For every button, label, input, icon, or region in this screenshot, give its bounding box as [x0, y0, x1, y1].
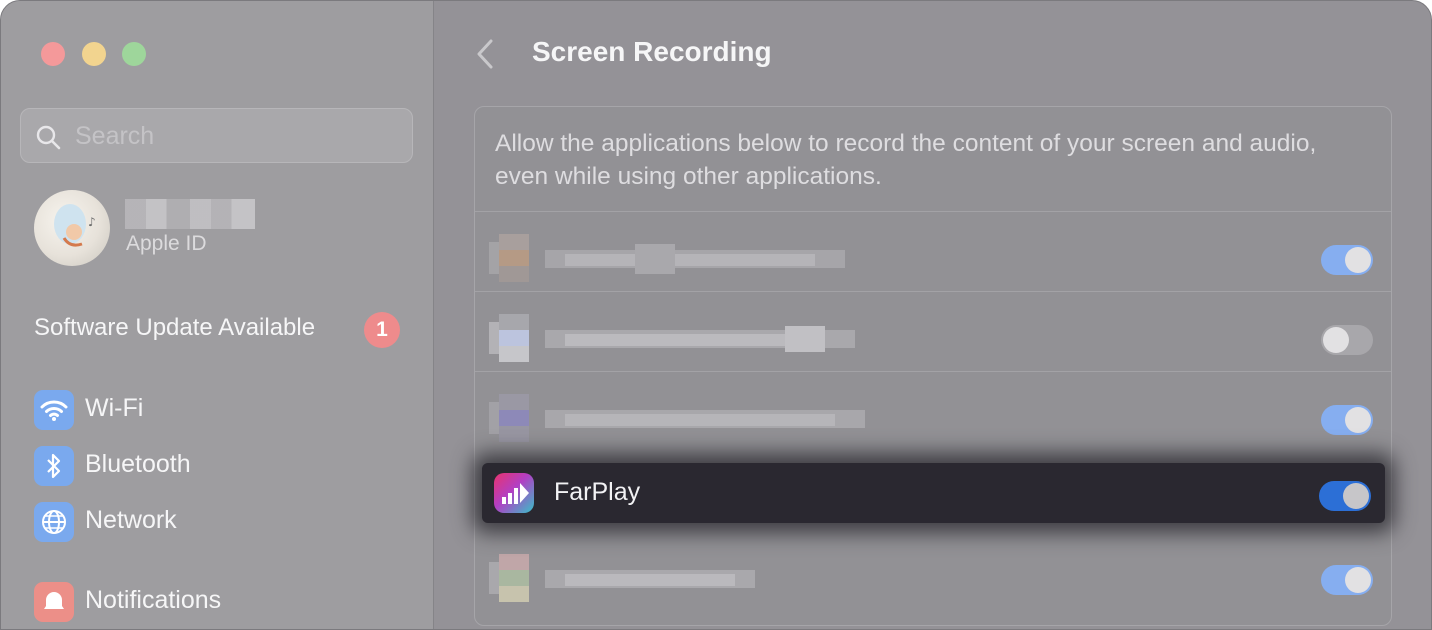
divider [475, 371, 1391, 372]
app-name: FarPlay [554, 478, 641, 506]
app-toggle[interactable] [1321, 325, 1373, 355]
app-row [475, 377, 1391, 457]
redacted-app-name [545, 244, 845, 274]
app-toggle[interactable] [1321, 245, 1373, 275]
globe-icon [34, 502, 74, 542]
redacted-app-name [545, 410, 865, 428]
divider [475, 291, 1391, 292]
toggle-knob [1345, 407, 1371, 433]
redacted-app-name [545, 326, 855, 352]
software-update-label[interactable]: Software Update Available [34, 314, 315, 342]
toggle-knob [1323, 327, 1349, 353]
zoom-window-button[interactable] [122, 42, 146, 66]
avatar[interactable]: ♪ [34, 190, 110, 266]
sidebar-item-label: Wi-Fi [85, 394, 144, 422]
apps-panel: Allow the applications below to record t… [474, 106, 1392, 626]
minimize-window-button[interactable] [82, 42, 106, 66]
search-icon [36, 125, 61, 150]
redacted-app-icon [489, 394, 529, 442]
svg-text:♪: ♪ [88, 215, 96, 229]
app-row [475, 297, 1391, 377]
redacted-app-name [545, 570, 755, 588]
app-row [475, 537, 1391, 617]
app-row [475, 217, 1391, 297]
app-toggle[interactable] [1321, 565, 1373, 595]
redacted-app-icon [489, 314, 529, 362]
toggle-knob [1345, 567, 1371, 593]
account-name-redacted [125, 199, 255, 229]
app-toggle[interactable] [1321, 405, 1373, 435]
page-title: Screen Recording [532, 36, 772, 67]
settings-window: Search ♪ Apple ID Software Update Availa… [0, 0, 1432, 630]
toggle-knob [1343, 483, 1369, 509]
search-placeholder: Search [75, 122, 155, 150]
back-chevron-icon[interactable] [471, 37, 501, 71]
sidebar-item-label: Bluetooth [85, 450, 191, 478]
toggle-knob [1345, 247, 1371, 273]
close-window-button[interactable] [41, 42, 65, 66]
apple-id-label[interactable]: Apple ID [126, 232, 207, 256]
wifi-icon [34, 390, 74, 430]
bluetooth-icon [34, 446, 74, 486]
avatar-image: ♪ [54, 204, 96, 247]
farplay-app-icon [494, 473, 534, 513]
redacted-app-icon [489, 554, 529, 602]
redacted-app-icon [489, 234, 529, 282]
update-badge: 1 [364, 312, 400, 348]
divider [475, 211, 1391, 212]
farplay-toggle[interactable] [1319, 481, 1371, 511]
sidebar-item-label: Network [85, 506, 177, 534]
sidebar: Search ♪ Apple ID Software Update Availa… [1, 1, 434, 629]
panel-description: Allow the applications below to record t… [495, 130, 1317, 190]
app-row-farplay: FarPlay [482, 463, 1385, 523]
bell-icon [34, 582, 74, 622]
search-field[interactable]: Search [20, 108, 413, 163]
